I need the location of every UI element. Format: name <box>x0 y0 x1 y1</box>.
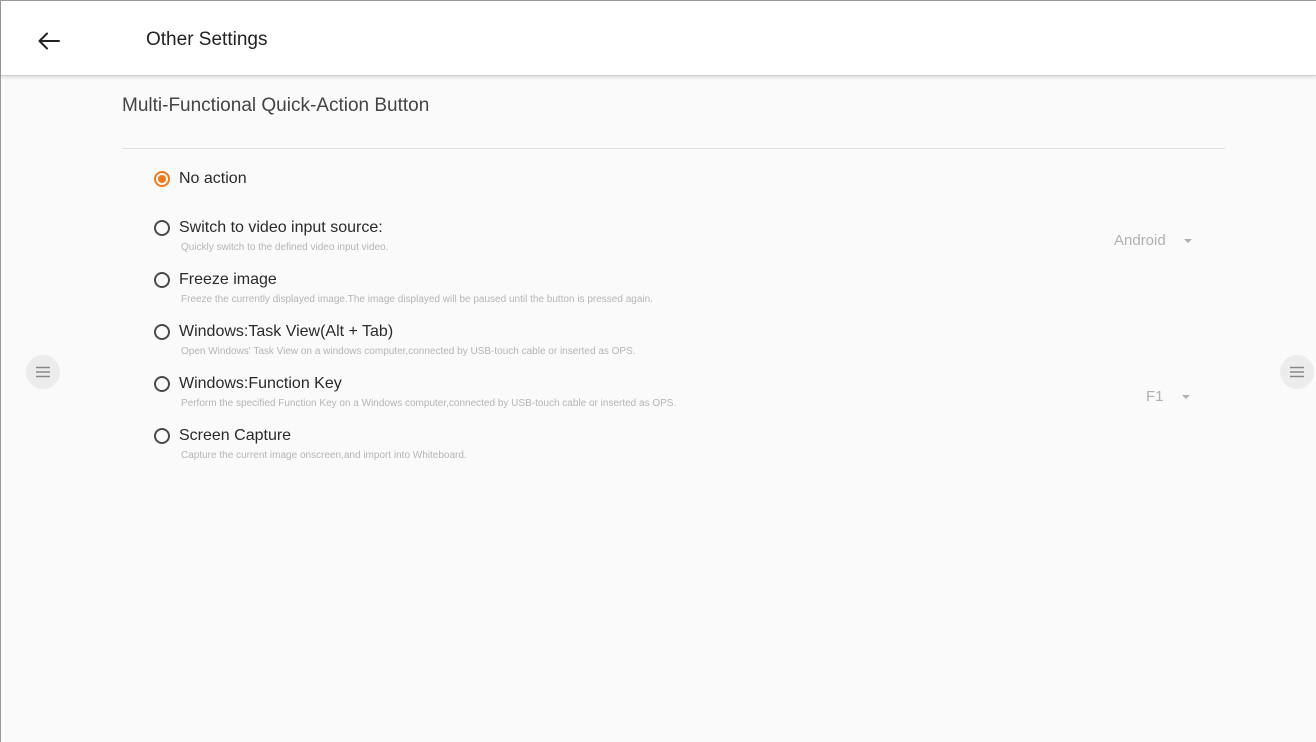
radio-button[interactable] <box>154 272 170 288</box>
option-description: Quickly switch to the defined video inpu… <box>181 242 389 253</box>
back-button[interactable] <box>31 23 67 59</box>
arrow-left-icon <box>38 32 60 50</box>
option-description: Freeze the currently displayed image.The… <box>181 294 653 305</box>
function-key-dropdown[interactable]: F1 <box>1146 388 1190 405</box>
option-label: Windows:Task View(Alt + Tab) <box>179 323 394 340</box>
section-title: Multi-Functional Quick-Action Button <box>122 95 430 116</box>
chevron-down-icon <box>1183 238 1192 243</box>
option-label: Windows:Function Key <box>179 375 342 392</box>
menu-icon <box>1290 366 1304 378</box>
option-label: No action <box>179 170 247 187</box>
left-menu-button[interactable] <box>26 355 60 389</box>
radio-button[interactable] <box>154 220 170 236</box>
page-title: Other Settings <box>146 29 268 50</box>
option-label: Switch to video input source: <box>179 219 383 236</box>
option-label: Screen Capture <box>179 427 292 444</box>
chevron-down-icon <box>1181 394 1190 399</box>
option-function-key[interactable]: Windows:Function Key Perform the specifi… <box>154 375 676 409</box>
right-menu-button[interactable] <box>1280 355 1314 389</box>
option-label: Freeze image <box>179 271 277 288</box>
option-description: Open Windows' Task View on a windows com… <box>181 346 636 357</box>
settings-window: Other Settings Multi-Functional Quick-Ac… <box>0 0 1316 742</box>
option-description: Perform the specified Function Key on a … <box>181 398 677 409</box>
radio-button-selected[interactable] <box>154 171 170 187</box>
menu-icon <box>36 366 50 378</box>
option-task-view[interactable]: Windows:Task View(Alt + Tab) Open Window… <box>154 323 636 357</box>
radio-button[interactable] <box>154 428 170 444</box>
option-no-action[interactable]: No action <box>154 170 247 188</box>
option-description: Capture the current image onscreen,and i… <box>181 450 467 461</box>
dropdown-value: Android <box>1114 232 1166 249</box>
section-divider <box>122 148 1225 149</box>
app-bar: Other Settings <box>1 1 1316 76</box>
video-source-dropdown[interactable]: Android <box>1114 232 1192 249</box>
radio-button[interactable] <box>154 376 170 392</box>
option-switch-video-source[interactable]: Switch to video input source: Quickly sw… <box>154 219 388 253</box>
dropdown-value: F1 <box>1146 388 1164 405</box>
option-freeze-image[interactable]: Freeze image Freeze the currently displa… <box>154 271 653 305</box>
option-screen-capture[interactable]: Screen Capture Capture the current image… <box>154 427 467 461</box>
radio-button[interactable] <box>154 324 170 340</box>
